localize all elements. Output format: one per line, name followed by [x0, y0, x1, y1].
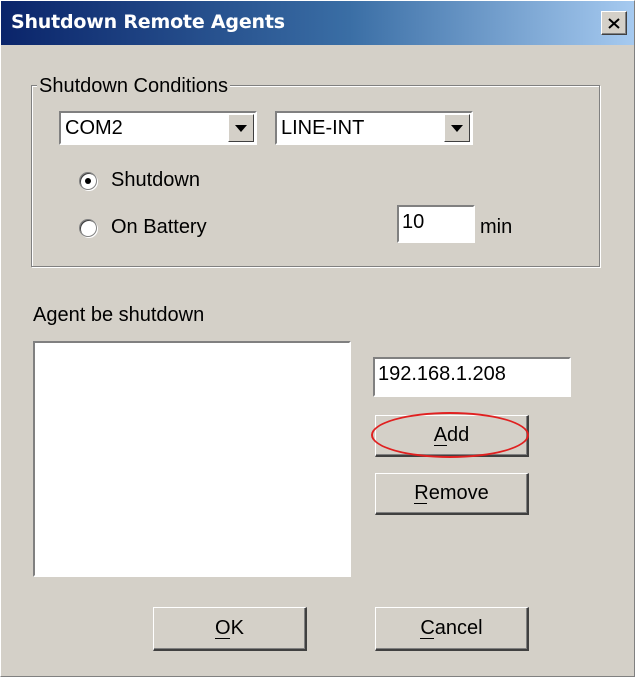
window-title: Shutdown Remote Agents: [11, 11, 285, 33]
cancel-button-label: Cancel: [420, 617, 483, 639]
minutes-unit-label: min: [480, 216, 513, 238]
remove-button-label: Remove: [414, 482, 489, 504]
model-select[interactable]: LINE-INT: [275, 111, 473, 145]
close-icon: [608, 17, 620, 29]
mnemonic-underline: [414, 503, 428, 504]
model-dropdown-button[interactable]: [444, 114, 470, 142]
ok-button[interactable]: OK: [153, 607, 307, 651]
radio-shutdown-label: Shutdown: [111, 169, 200, 191]
minutes-input[interactable]: 10: [397, 205, 475, 243]
ok-button-label: OK: [215, 617, 244, 639]
cancel-button[interactable]: Cancel: [375, 607, 529, 651]
chevron-down-icon: [235, 124, 247, 132]
port-select-value: COM2: [65, 117, 123, 139]
mnemonic-underline: [433, 445, 447, 446]
add-button-label: Add: [433, 424, 470, 446]
radio-on-battery[interactable]: [79, 219, 97, 237]
dialog-window: Shutdown Remote Agents Shutdown Conditio…: [0, 0, 635, 677]
ip-address-input[interactable]: 192.168.1.208: [373, 357, 571, 397]
mnemonic-underline: [215, 638, 231, 639]
close-button[interactable]: [601, 11, 627, 35]
port-dropdown-button[interactable]: [228, 114, 254, 142]
radio-shutdown[interactable]: [79, 172, 97, 190]
radio-on-battery-label: On Battery: [111, 216, 207, 238]
mnemonic-underline: [420, 638, 435, 639]
shutdown-conditions-label: Shutdown Conditions: [37, 75, 231, 98]
port-select[interactable]: COM2: [59, 111, 257, 145]
add-button[interactable]: Add: [375, 415, 529, 457]
agents-list[interactable]: [33, 341, 351, 577]
title-bar[interactable]: Shutdown Remote Agents: [1, 1, 634, 45]
model-select-value: LINE-INT: [281, 117, 365, 139]
chevron-down-icon: [451, 124, 463, 132]
remove-button[interactable]: Remove: [375, 473, 529, 515]
agents-label: Agent be shutdown: [33, 304, 205, 326]
